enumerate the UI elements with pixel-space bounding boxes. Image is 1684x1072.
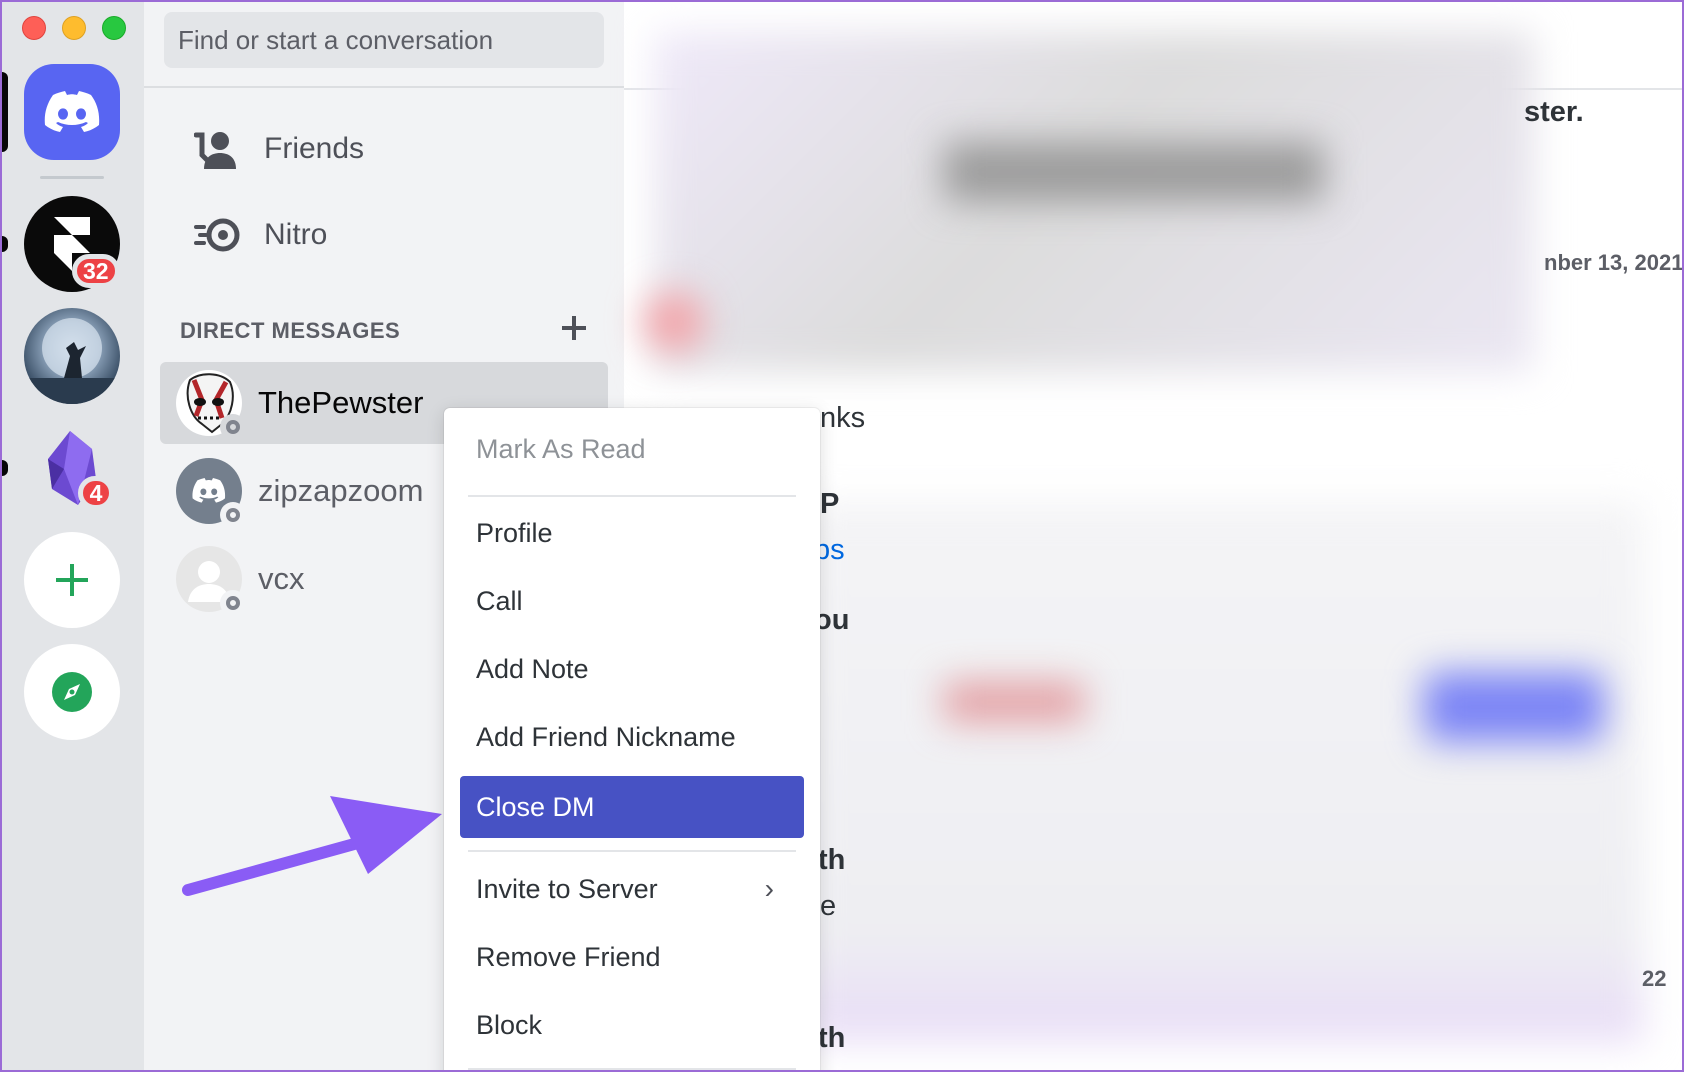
blurred-button [1424, 672, 1604, 742]
menu-divider [468, 495, 796, 497]
annotation-arrow-icon [182, 796, 442, 896]
nav-label: Nitro [264, 218, 328, 251]
dm-context-menu: Mark As Read Profile Call Add Note Add F… [444, 408, 820, 1070]
home-button[interactable] [24, 64, 120, 160]
friends-icon [188, 124, 246, 174]
server-moon[interactable] [24, 308, 120, 404]
chat-fragment: th [818, 1022, 846, 1054]
menu-item-close-dm[interactable]: Close DM [460, 776, 804, 838]
menu-item-call[interactable]: Call [460, 570, 804, 632]
dm-section-header: DIRECT MESSAGES [180, 318, 401, 343]
server-badge: 4 [78, 476, 114, 510]
menu-item-add-note[interactable]: Add Note [460, 638, 804, 700]
dm-name: vcx [258, 561, 305, 596]
zoom-window-button[interactable] [102, 16, 126, 40]
server-image-icon [24, 318, 120, 404]
nitro-icon [188, 210, 246, 260]
chat-fragment: P [820, 488, 840, 520]
chat-fragment: ster. [1524, 96, 1584, 128]
blurred-content [654, 32, 1534, 372]
nav-label: Friends [264, 132, 365, 165]
menu-item-block[interactable]: Block [460, 994, 804, 1056]
chat-timestamp: 22 [1642, 966, 1667, 991]
offline-status-icon [220, 590, 246, 616]
search-input[interactable]: Find or start a conversation [164, 12, 604, 68]
menu-divider [468, 1068, 796, 1070]
menu-item-remove-friend[interactable]: Remove Friend [460, 926, 804, 988]
offline-status-icon [220, 414, 246, 440]
blurred-content [944, 142, 1324, 202]
selected-server-pill [2, 72, 8, 152]
menu-item-add-friend-nickname[interactable]: Add Friend Nickname [460, 706, 804, 768]
menu-item-invite-to-server[interactable]: Invite to Server › [460, 858, 804, 920]
compass-icon [52, 672, 92, 712]
dm-name: ThePewster [258, 385, 424, 420]
nav-nitro[interactable]: Nitro [164, 198, 604, 272]
dm-name: zipzapzoom [258, 473, 424, 508]
chat-timestamp: nber 13, 2021 [1544, 250, 1684, 275]
explore-servers-button[interactable] [24, 644, 120, 740]
blurred-content [804, 502, 1644, 1042]
close-window-button[interactable] [22, 16, 46, 40]
plus-icon [56, 564, 88, 596]
minimize-window-button[interactable] [62, 16, 86, 40]
chat-fragment: nks [820, 402, 866, 434]
server-obsidian[interactable]: 4 [24, 420, 120, 516]
chevron-right-icon: › [764, 873, 774, 904]
blurred-avatar [644, 292, 704, 352]
nav-friends[interactable]: Friends [164, 112, 604, 186]
divider [144, 86, 624, 88]
server-rail: 32 4 [2, 2, 144, 1070]
chat-fragment: e [820, 890, 837, 922]
blurred-content [944, 682, 1084, 722]
unread-pill [2, 236, 8, 252]
add-server-button[interactable] [24, 532, 120, 628]
server-divider [40, 176, 104, 179]
unread-pill [2, 460, 8, 476]
server-framer[interactable]: 32 [24, 196, 120, 292]
offline-status-icon [220, 502, 246, 528]
avatar [176, 370, 246, 440]
menu-item-profile[interactable]: Profile [460, 502, 804, 564]
chat-fragment: th [818, 844, 846, 876]
avatar [176, 458, 246, 528]
menu-divider [468, 850, 796, 852]
server-badge: 32 [72, 254, 120, 288]
menu-item-label: Invite to Server [476, 873, 658, 904]
avatar [176, 546, 246, 616]
app-window: 32 4 Find or start a conversation Friend… [0, 0, 1684, 1072]
discord-logo-icon [44, 91, 100, 132]
plus-icon [562, 316, 586, 340]
create-dm-button[interactable] [554, 308, 594, 348]
menu-item-mark-as-read[interactable]: Mark As Read [460, 418, 804, 480]
